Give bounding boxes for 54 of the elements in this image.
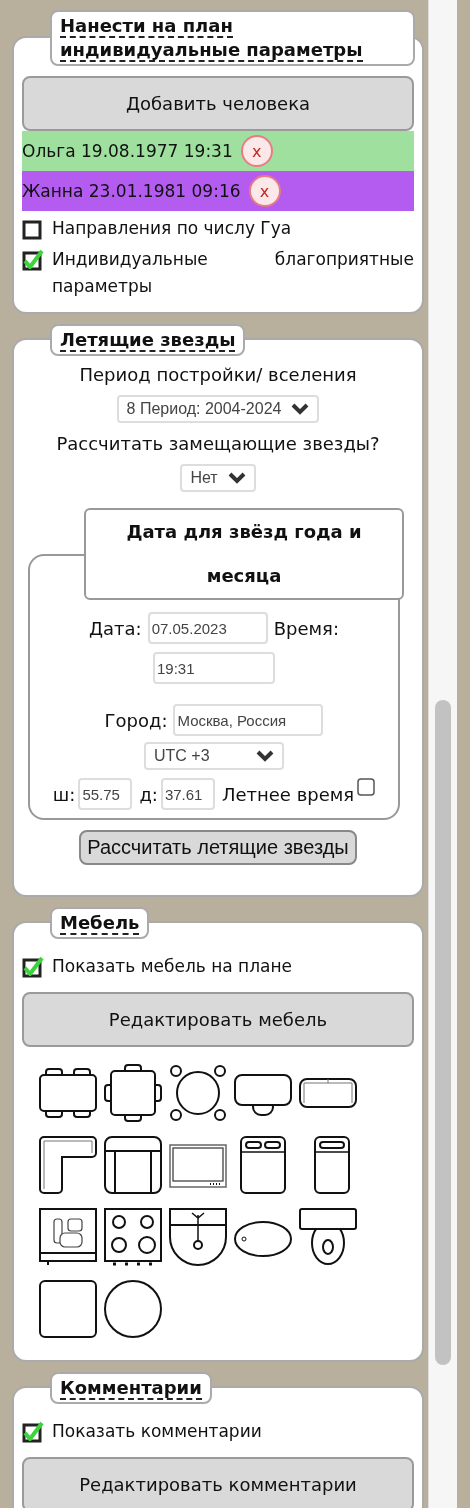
section-title[interactable]: Комментарии: [50, 1372, 212, 1404]
time-field[interactable]: 19:31: [153, 652, 275, 684]
toilet-icon[interactable]: [298, 1207, 358, 1267]
chevron-down-icon: [256, 750, 274, 762]
city-label: Город:: [104, 709, 168, 731]
checkbox[interactable]: [357, 778, 376, 796]
option-label: Направления по числу Гуа: [52, 217, 293, 240]
calculate-button[interactable]: Рассчитать летящие звезды: [79, 830, 357, 865]
timezone-select[interactable]: UTC +3: [144, 742, 284, 770]
time-label: Время:: [273, 617, 339, 639]
add-person-button[interactable]: Добавить человека: [22, 76, 414, 131]
section-title[interactable]: Нанести на план индивидуальные параметры: [50, 10, 415, 66]
checkbox[interactable]: [22, 249, 44, 271]
option-label: Показать мебель на плане: [52, 955, 294, 978]
person-label: Ольга 19.08.1977 19:31: [22, 141, 233, 161]
corner-sofa-icon[interactable]: [38, 1135, 98, 1195]
square-icon[interactable]: [38, 1279, 98, 1339]
round-table-icon[interactable]: [168, 1063, 228, 1123]
city-field[interactable]: Москва, Россия: [173, 704, 324, 736]
chevron-down-icon: [227, 472, 246, 484]
latitude-label: ш:: [52, 783, 76, 805]
date-label: Дата:: [89, 617, 142, 639]
sink-icon[interactable]: [168, 1207, 228, 1267]
checkbox[interactable]: [22, 956, 44, 978]
date-field[interactable]: 07.05.2023: [147, 612, 268, 644]
option-label: Индивидуальные благоприятные параметры: [52, 248, 414, 298]
person-row[interactable]: Ольга 19.08.1977 19:31 x: [22, 131, 414, 171]
table-chairs-icon[interactable]: [103, 1063, 163, 1123]
replace-stars-label: Рассчитать замещающие звезды?: [56, 433, 380, 454]
section-title[interactable]: Летящие звезды: [50, 324, 246, 356]
latitude-field[interactable]: 55.75: [78, 778, 133, 810]
person-label: Жанна 23.01.1981 09:16: [22, 181, 241, 201]
stove-icon[interactable]: [103, 1207, 163, 1267]
edit-furniture-button[interactable]: Редактировать мебель: [22, 992, 414, 1047]
edit-comments-button[interactable]: Редактировать комментарии: [22, 1457, 414, 1508]
date-group-title: Дата для звёзд года и месяца: [84, 508, 404, 600]
person-row[interactable]: Жанна 23.01.1981 09:16 x: [22, 171, 414, 211]
armchair-icon[interactable]: [103, 1135, 163, 1195]
remove-button[interactable]: x: [248, 175, 281, 207]
period-select[interactable]: 8 Период: 2004-2024: [116, 395, 320, 423]
dst-label: Летнее время: [221, 783, 355, 805]
section-title[interactable]: Мебель: [50, 907, 150, 939]
longitude-field[interactable]: 37.61: [160, 778, 215, 810]
checkbox[interactable]: [22, 218, 44, 240]
checkbox[interactable]: [22, 1421, 44, 1443]
scrollbar[interactable]: [428, 0, 457, 1508]
period-label: Период постройки/ вселения: [79, 364, 357, 385]
longitude-label: д:: [139, 783, 158, 805]
circle-icon[interactable]: [103, 1279, 163, 1339]
kitchen-counter-icon[interactable]: [38, 1207, 98, 1267]
remove-button[interactable]: x: [240, 135, 273, 167]
chevron-down-icon: [291, 403, 310, 415]
option-label: Показать комментарии: [52, 1420, 263, 1443]
replace-stars-select[interactable]: Нет: [180, 464, 256, 492]
